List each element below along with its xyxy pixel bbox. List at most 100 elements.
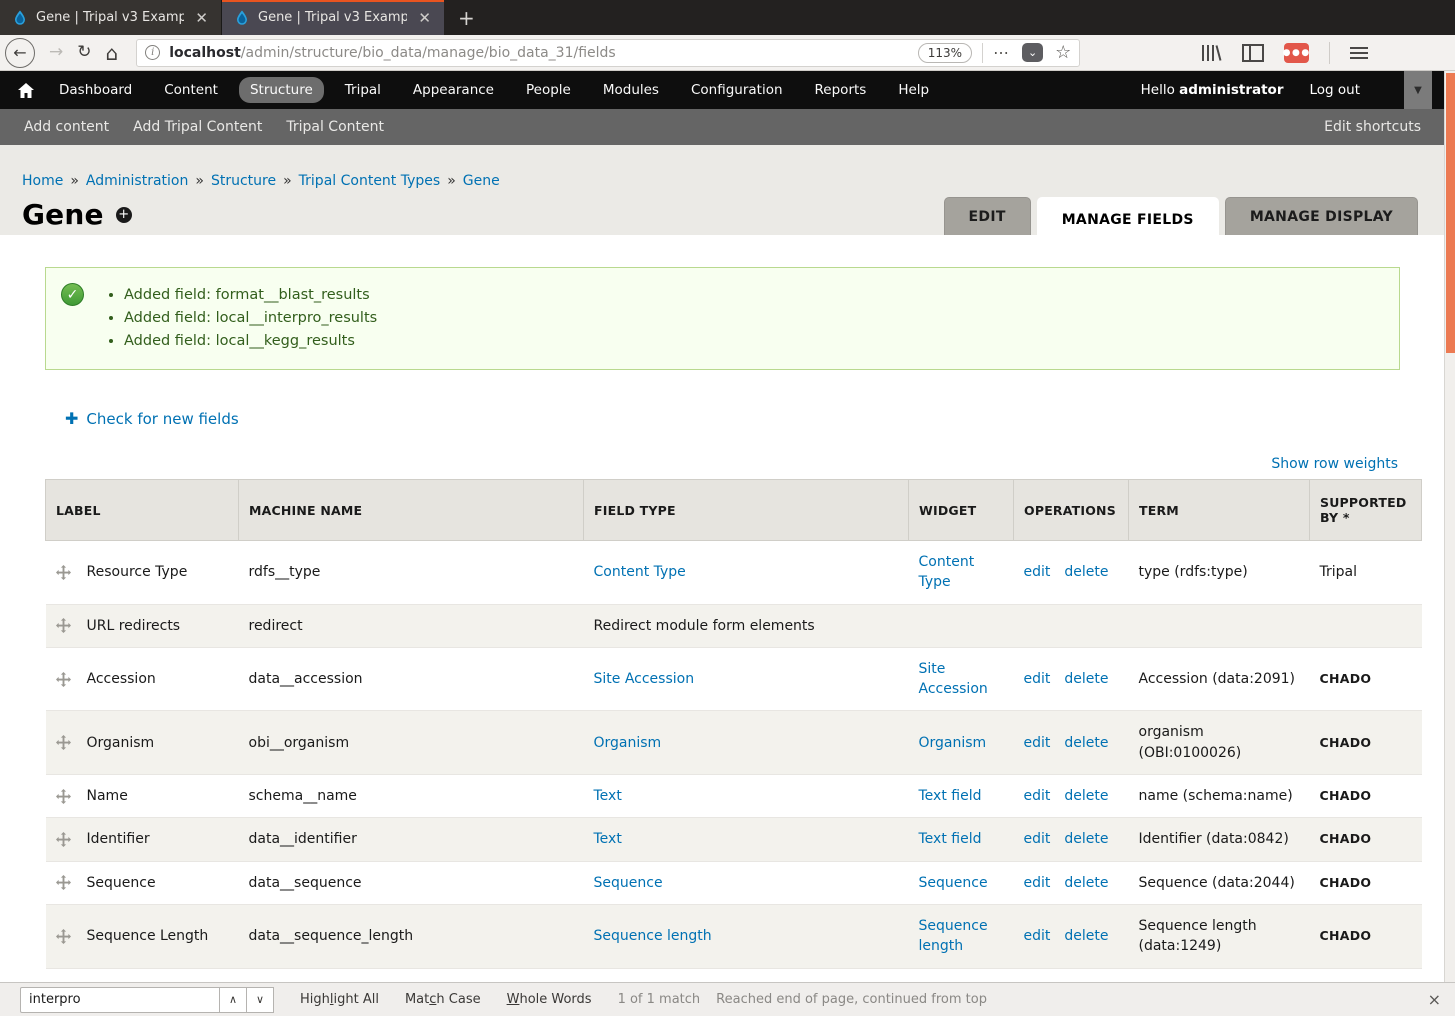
field-type-link[interactable]: Organism — [594, 735, 662, 751]
site-info-icon[interactable]: i — [145, 45, 160, 60]
drag-handle-icon[interactable] — [56, 789, 71, 804]
extension-badge-icon[interactable]: ●●● — [1284, 43, 1309, 63]
tab-edit[interactable]: EDIT — [944, 197, 1031, 235]
delete-link[interactable]: delete — [1064, 831, 1108, 847]
tab-manage-display[interactable]: MANAGE DISPLAY — [1225, 197, 1418, 235]
toolbar-item-appearance[interactable]: Appearance — [402, 77, 505, 103]
logout-link[interactable]: Log out — [1309, 82, 1360, 98]
page-actions-icon[interactable]: ⋯ — [993, 43, 1010, 62]
admin-home-icon[interactable] — [18, 83, 34, 98]
operations-cell: edit delete — [1014, 861, 1129, 904]
delete-link[interactable]: delete — [1064, 928, 1108, 944]
breadcrumb-link-administration[interactable]: Administration — [86, 173, 188, 189]
delete-link[interactable]: delete — [1064, 875, 1108, 891]
toolbar-item-tripal[interactable]: Tripal — [334, 77, 392, 103]
forward-button[interactable]: → — [49, 44, 63, 61]
scrollbar-thumb[interactable] — [1446, 73, 1455, 353]
toolbar-item-help[interactable]: Help — [887, 77, 940, 103]
toolbar-item-structure[interactable]: Structure — [239, 77, 324, 103]
toolbar-item-people[interactable]: People — [515, 77, 582, 103]
url-bar[interactable]: i localhost/admin/structure/bio_data/man… — [136, 39, 1080, 67]
library-icon[interactable] — [1200, 43, 1222, 63]
edit-link[interactable]: edit — [1024, 788, 1051, 804]
supported-by-cell — [1310, 604, 1422, 647]
delete-link[interactable]: delete — [1064, 564, 1108, 580]
whole-words-button[interactable]: Whole Words — [507, 992, 592, 1007]
field-type-link[interactable]: Sequence — [594, 875, 663, 891]
shortcut-link-add-content[interactable]: Add content — [24, 119, 109, 135]
widget-link[interactable]: Site Accession — [919, 661, 988, 697]
toolbar-dropdown-toggle[interactable]: ▼ — [1404, 71, 1432, 109]
drag-handle-icon[interactable] — [56, 735, 71, 750]
pocket-icon[interactable]: ⌄ — [1022, 43, 1043, 62]
status-message: Added field: format__blast_results — [124, 283, 1379, 306]
toolbar-item-dashboard[interactable]: Dashboard — [48, 77, 143, 103]
drag-handle-icon[interactable] — [56, 672, 71, 687]
field-type-link[interactable]: Text — [594, 788, 622, 804]
shortcut-link-tripal-content[interactable]: Tripal Content — [286, 119, 384, 135]
delete-link[interactable]: delete — [1064, 671, 1108, 687]
breadcrumb-link-gene[interactable]: Gene — [463, 173, 500, 189]
tab-manage-fields[interactable]: MANAGE FIELDS — [1037, 197, 1219, 242]
tab-close-icon[interactable]: ✕ — [415, 9, 434, 27]
find-previous-button[interactable]: ∧ — [220, 987, 247, 1013]
widget-link[interactable]: Sequence — [919, 875, 988, 891]
widget-link[interactable]: Text field — [919, 831, 982, 847]
field-type-link[interactable]: Text — [594, 831, 622, 847]
widget-link[interactable]: Text field — [919, 788, 982, 804]
shortcut-link-add-tripal-content[interactable]: Add Tripal Content — [133, 119, 262, 135]
tab-close-icon[interactable]: ✕ — [192, 9, 211, 27]
match-case-button[interactable]: Match Case — [405, 992, 481, 1007]
edit-link[interactable]: edit — [1024, 831, 1051, 847]
widget-link[interactable]: Sequence length — [919, 918, 988, 954]
back-button[interactable]: ← — [5, 38, 35, 68]
edit-link[interactable]: edit — [1024, 735, 1051, 751]
bookmark-star-icon[interactable]: ☆ — [1055, 42, 1071, 63]
field-type-link[interactable]: Content Type — [594, 564, 686, 580]
drag-handle-icon[interactable] — [56, 832, 71, 847]
widget-link[interactable]: Content Type — [919, 554, 975, 590]
toolbar-item-content[interactable]: Content — [153, 77, 229, 103]
home-button[interactable]: ⌂ — [106, 43, 119, 63]
new-tab-button[interactable]: + — [444, 0, 489, 35]
field-row-sequence-length: Sequence Lengthdata__sequence_lengthSequ… — [46, 904, 1422, 968]
find-input[interactable] — [20, 987, 220, 1013]
sidebars-icon[interactable] — [1242, 44, 1264, 62]
widget-link[interactable]: Organism — [919, 735, 987, 751]
hamburger-menu-icon[interactable] — [1350, 46, 1368, 60]
status-message: Added field: local__interpro_results — [124, 306, 1379, 329]
browser-tab-active[interactable]: Gene | Tripal v3 Example ✕ — [222, 0, 444, 35]
edit-link[interactable]: edit — [1024, 671, 1051, 687]
drag-handle-icon[interactable] — [56, 565, 71, 580]
zoom-level-indicator[interactable]: 113% — [918, 43, 972, 63]
check-for-new-fields-link[interactable]: Check for new fields — [86, 410, 238, 428]
toolbar-item-reports[interactable]: Reports — [804, 77, 878, 103]
breadcrumb-link-home[interactable]: Home — [22, 173, 63, 189]
breadcrumb-link-tripal-content-types[interactable]: Tripal Content Types — [299, 173, 441, 189]
field-type-link[interactable]: Sequence length — [594, 928, 712, 944]
find-close-icon[interactable]: × — [1428, 990, 1441, 1009]
edit-link[interactable]: edit — [1024, 564, 1051, 580]
edit-link[interactable]: edit — [1024, 928, 1051, 944]
window-scrollbar[interactable] — [1444, 71, 1455, 982]
drag-handle-icon[interactable] — [56, 929, 71, 944]
find-next-button[interactable]: ∨ — [247, 987, 274, 1013]
breadcrumb-link-structure[interactable]: Structure — [211, 173, 276, 189]
drag-handle-icon[interactable] — [56, 875, 71, 890]
contextual-add-icon[interactable]: + — [116, 207, 132, 223]
browser-tab-inactive[interactable]: Gene | Tripal v3 Example ✕ — [0, 0, 222, 35]
field-type-link[interactable]: Site Accession — [594, 671, 695, 687]
show-row-weights-link[interactable]: Show row weights — [1271, 456, 1398, 472]
admin-toolbar-menu: Dashboard Content Structure Tripal Appearanc… — [48, 77, 950, 103]
toolbar-item-modules[interactable]: Modules — [592, 77, 670, 103]
drag-handle-icon[interactable] — [56, 618, 71, 633]
delete-link[interactable]: delete — [1064, 735, 1108, 751]
highlight-all-button[interactable]: Highlight All — [300, 992, 379, 1007]
reload-button[interactable]: ↻ — [77, 44, 91, 61]
edit-link[interactable]: edit — [1024, 875, 1051, 891]
edit-shortcuts-link[interactable]: Edit shortcuts — [1324, 119, 1421, 135]
url-text[interactable]: localhost/admin/structure/bio_data/manag… — [169, 45, 918, 61]
field-row-accession: Accessiondata__accessionSite AccessionSi… — [46, 647, 1422, 711]
toolbar-item-configuration[interactable]: Configuration — [680, 77, 794, 103]
delete-link[interactable]: delete — [1064, 788, 1108, 804]
